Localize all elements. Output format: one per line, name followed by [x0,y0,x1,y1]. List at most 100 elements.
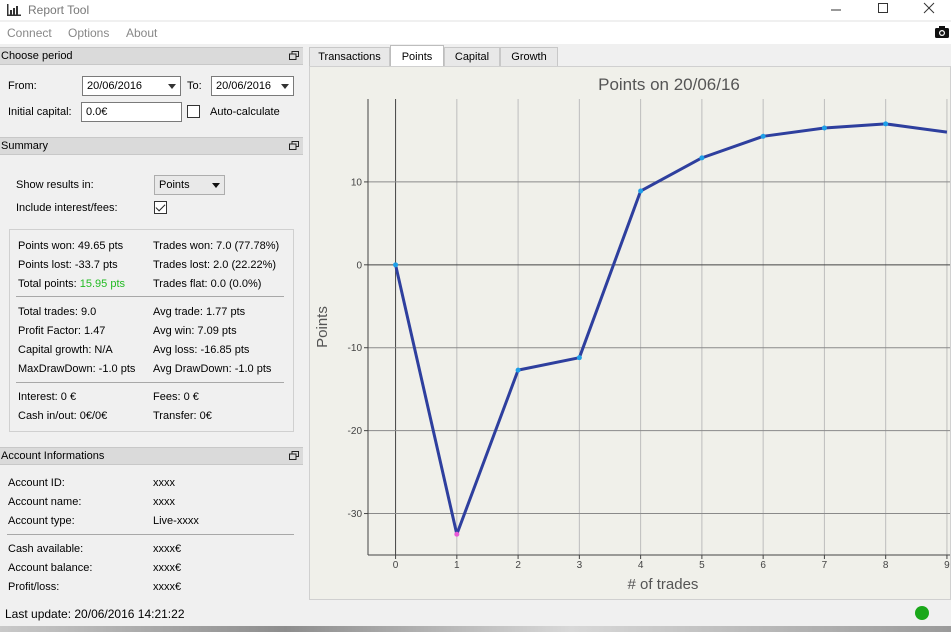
desktop-background-strip [0,626,951,632]
auto-calculate-label: Auto-calculate [210,106,280,118]
tab-transactions[interactable]: Transactions [309,47,390,67]
from-date-value: 20/06/2016 [87,80,143,92]
cash-available-value: xxxx€ [153,543,182,555]
undock-icon[interactable] [289,51,299,60]
tab-growth[interactable]: Growth [500,47,558,67]
summary-divider [16,382,284,383]
y-tick-label: -20 [348,426,363,437]
y-tick-label: -10 [348,343,363,354]
auto-calculate-checkbox[interactable] [187,105,200,118]
total-points-value: 15.95 pts [79,278,126,290]
tab-capital[interactable]: Capital [444,47,500,67]
summary-panel-header: Summary [0,137,303,155]
menu-bar: Connect Options About [0,22,951,44]
x-tick-label: 0 [393,560,399,571]
x-tick-label: 2 [515,560,521,571]
trades-won: Trades won: 7.0 (77.78%) [153,240,280,252]
last-update-text: Last update: 20/06/2016 14:21:22 [5,607,185,621]
maximize-icon [878,3,888,13]
points-chart: Points on 20/06/16 0 1 2 3 4 5 6 7 8 9 -30 -20 -10 0 10… [314,75,950,593]
x-tick-label: 7 [822,560,828,571]
initial-capital-value: 0.0€ [86,106,108,118]
profit-factor: Profit Factor: 1.47 [18,325,106,337]
account-balance-label: Account balance: [8,562,93,574]
profit-loss-label: Profit/loss: [8,581,60,593]
data-point [699,155,705,161]
close-button[interactable] [906,0,951,20]
to-label: To: [187,80,202,92]
connection-status-indicator [915,606,929,620]
x-tick-label: 8 [883,560,889,571]
to-date-picker[interactable]: 20/06/2016 [211,76,294,96]
initial-capital-label: Initial capital: [8,106,72,118]
avg-drawdown: Avg DrawDown: -1.0 pts [153,363,272,375]
cash-available-label: Cash available: [8,543,84,555]
menu-connect[interactable]: Connect [7,26,52,40]
data-point [760,133,766,139]
chevron-down-icon [168,84,176,89]
status-bar: Last update: 20/06/2016 14:21:22 [0,604,951,626]
period-panel-header: Choose period [0,47,303,65]
data-point [393,262,399,268]
y-tick-label: 0 [356,260,362,271]
data-point [821,125,827,131]
include-interest-checkbox[interactable] [154,201,167,214]
chart-title: Points on 20/06/16 [598,75,740,94]
menu-about[interactable]: About [126,26,157,40]
summary-divider [16,296,284,297]
x-tick-label: 6 [760,560,766,571]
menu-options[interactable]: Options [68,26,109,40]
points-series-line [394,122,948,536]
period-panel-title: Choose period [1,50,73,62]
x-tick-label: 1 [454,560,460,571]
close-icon [923,2,935,14]
data-point [515,367,521,373]
account-id-value: xxxx [153,477,175,489]
avg-loss: Avg loss: -16.85 pts [153,344,250,356]
undock-icon[interactable] [289,451,299,460]
summary-panel-title: Summary [1,140,49,152]
tab-points[interactable]: Points [390,45,444,68]
data-point [638,188,644,194]
x-tick-label: 5 [699,560,705,571]
account-panel-title: Account Informations [1,450,105,462]
profit-loss-value: xxxx€ [153,581,182,593]
chart-app-icon [7,4,21,16]
data-point [883,121,889,127]
total-trades: Total trades: 9.0 [18,306,97,318]
account-id-label: Account ID: [8,477,65,489]
account-type-label: Account type: [8,515,75,527]
initial-capital-input[interactable]: 0.0€ [81,102,182,122]
x-tick-label: 4 [638,560,644,571]
points-won: Points won: 49.65 pts [18,240,124,252]
data-point [454,531,460,537]
total-points: Total points: 15.95 pts [18,278,125,290]
chevron-down-icon [281,84,289,89]
undock-icon[interactable] [289,141,299,150]
show-results-select[interactable]: Points [154,175,225,195]
cash-in-out: Cash in/out: 0€/0€ [18,410,108,422]
account-panel-header: Account Informations [0,447,303,465]
transfer: Transfer: 0€ [153,410,212,422]
trades-lost: Trades lost: 2.0 (22.22%) [153,259,277,271]
trades-flat: Trades flat: 0.0 (0.0%) [153,278,262,290]
minimize-button[interactable] [813,0,859,20]
minimize-icon [831,9,841,11]
camera-icon[interactable] [934,25,950,39]
points-lost: Points lost: -33.7 pts [18,259,118,271]
account-name-label: Account name: [8,496,82,508]
y-tick-label: -30 [348,509,363,520]
maximize-button[interactable] [860,0,906,20]
account-divider [7,534,294,535]
avg-win: Avg win: 7.09 pts [153,325,237,337]
x-tick-label: 9 [944,560,950,571]
from-label: From: [8,80,37,92]
account-balance-value: xxxx€ [153,562,182,574]
y-axis-label: Points [314,306,331,348]
title-bar[interactable]: Report Tool [0,0,951,20]
from-date-picker[interactable]: 20/06/2016 [82,76,181,96]
show-results-label: Show results in: [16,179,94,191]
fees: Fees: 0 € [153,391,199,403]
interest: Interest: 0 € [18,391,77,403]
caret-down-icon [212,183,220,188]
